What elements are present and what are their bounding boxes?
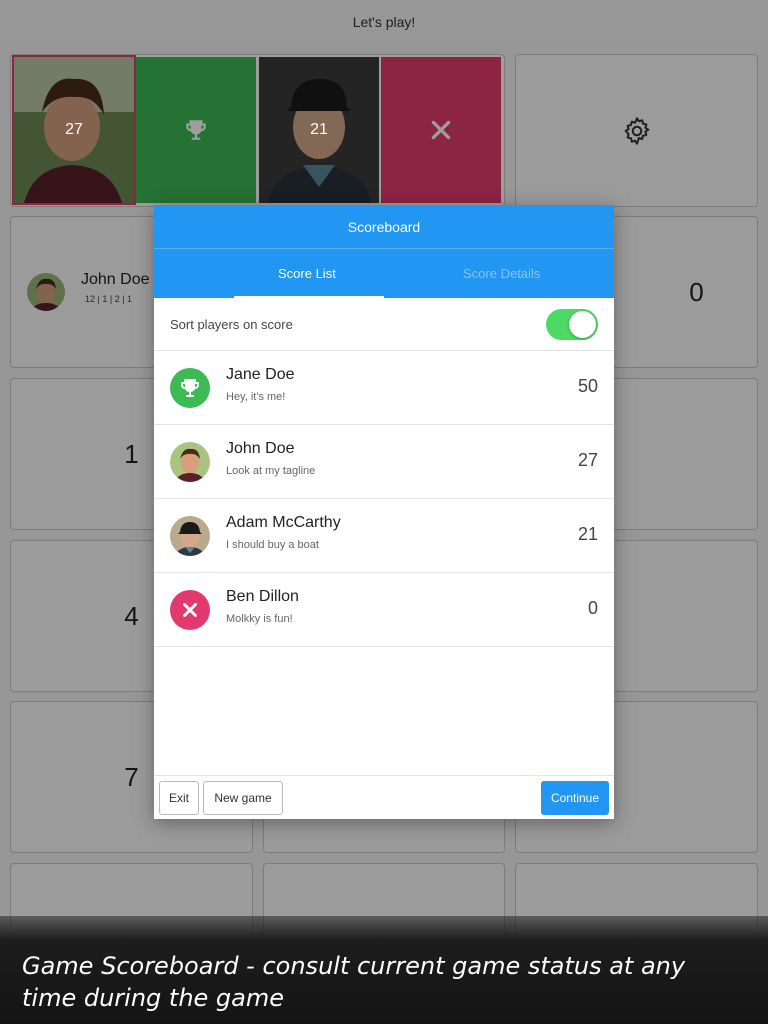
tile-score: 21 <box>310 121 328 138</box>
sort-toggle-label: Sort players on score <box>170 316 293 332</box>
player-tagline: I should buy a boat <box>226 539 319 551</box>
toggle-knob <box>569 311 596 338</box>
tile-score: 27 <box>65 121 83 138</box>
player-score: 0 <box>587 598 598 618</box>
player-list: Jane Doe Hey, it's me! 50 John Doe Look … <box>154 351 614 647</box>
tab-score-details[interactable]: Score Details <box>429 249 614 298</box>
modal-header: Scoreboard <box>154 205 614 249</box>
player-name: John Doe <box>226 440 295 457</box>
avatar <box>170 442 210 482</box>
scoreboard-modal: Scoreboard Score List Score Details Sort… <box>154 205 614 819</box>
list-item[interactable]: Jane Doe Hey, it's me! 50 <box>154 351 614 425</box>
player-tagline: Look at my tagline <box>226 465 316 477</box>
close-icon <box>170 590 210 630</box>
list-item[interactable]: Adam McCarthy I should buy a boat 21 <box>154 499 614 573</box>
player-tagline: Molkky is fun! <box>226 613 293 625</box>
player-score: 27 <box>577 450 598 470</box>
avatar <box>170 516 210 556</box>
sort-toggle[interactable] <box>546 309 598 340</box>
player-name: Adam McCarthy <box>226 514 341 531</box>
tab-bar: Score List Score Details <box>154 249 614 298</box>
new-game-button[interactable]: New game <box>203 781 283 815</box>
player-score: 50 <box>577 376 598 396</box>
trophy-icon <box>170 368 210 408</box>
list-item[interactable]: John Doe Look at my tagline 27 <box>154 425 614 499</box>
continue-button[interactable]: Continue <box>541 781 609 815</box>
modal-title: Scoreboard <box>347 218 421 235</box>
player-score: 21 <box>577 524 598 544</box>
modal-footer: Exit New game Continue <box>154 775 614 819</box>
tab-score-list[interactable]: Score List <box>154 249 429 298</box>
sort-toggle-row: Sort players on score <box>154 298 614 351</box>
caption-text: Game Scoreboard - consult current game s… <box>22 952 686 1012</box>
exit-button[interactable]: Exit <box>159 781 199 815</box>
player-name: Jane Doe <box>226 366 295 383</box>
list-item[interactable]: Ben Dillon Molkky is fun! 0 <box>154 573 614 647</box>
player-name: Ben Dillon <box>226 588 299 605</box>
player-tagline: Hey, it's me! <box>226 391 286 403</box>
promo-caption: Game Scoreboard - consult current game s… <box>0 916 768 1024</box>
